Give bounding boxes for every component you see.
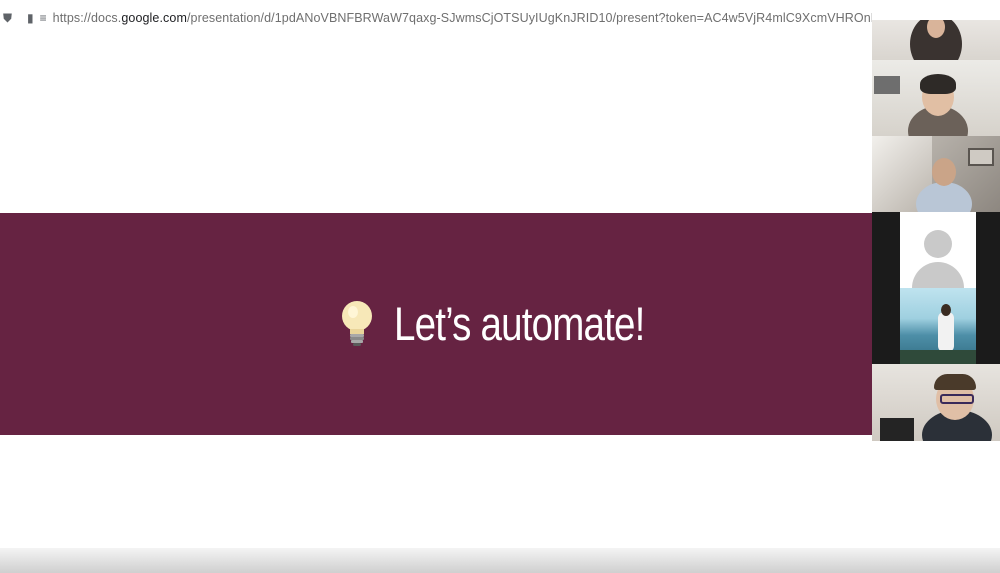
rocks: [900, 350, 976, 364]
participant-video-3[interactable]: [872, 136, 1000, 212]
participant-panel: [872, 20, 1000, 441]
lightbulb-icon: [342, 301, 372, 346]
lock-icon[interactable]: ▮: [27, 11, 34, 25]
avatar-card: [900, 212, 976, 288]
participant-face: [941, 304, 951, 316]
url-text[interactable]: https://docs.google.com/presentation/d/1…: [53, 11, 872, 25]
participant-video-1[interactable]: [872, 20, 1000, 60]
avatar-icon: [924, 230, 952, 258]
avatar-body: [912, 262, 964, 288]
shield-icon[interactable]: ⛊: [3, 11, 12, 26]
headphones-icon: [920, 74, 956, 94]
participant-video-4[interactable]: [872, 212, 1000, 364]
title-band: Let’s automate!: [0, 213, 872, 435]
participant-video-2[interactable]: [872, 60, 1000, 136]
tune-icon[interactable]: ≡: [40, 11, 47, 25]
wall-frame: [968, 148, 994, 166]
slide-title: Let’s automate!: [338, 283, 700, 363]
bottom-edge: [0, 548, 1000, 573]
presentation-slide: Let’s automate!: [0, 36, 872, 552]
participant-hair: [934, 374, 976, 390]
participant-video-5[interactable]: [872, 364, 1000, 441]
participant-face: [932, 158, 956, 186]
address-bar[interactable]: ⛊ ▮ ≡ https://docs.google.com/presentati…: [0, 0, 872, 37]
wall-frame: [874, 76, 900, 94]
desk-object: [880, 418, 914, 441]
glasses-icon: [940, 394, 974, 404]
participant-figure: [938, 312, 954, 352]
beach-scene: [900, 288, 976, 364]
slide-title-text: Let’s automate!: [394, 296, 645, 350]
